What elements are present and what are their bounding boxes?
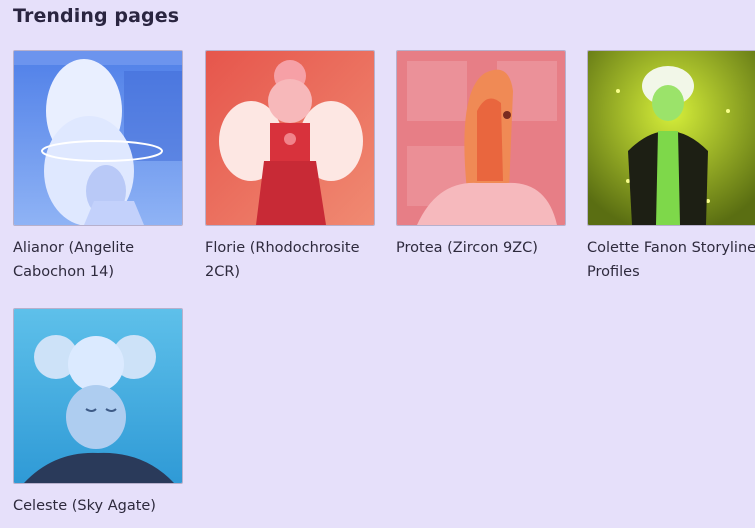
page-thumbnail[interactable] [13, 308, 183, 484]
trending-page-card[interactable]: Celeste (Sky Agate) [13, 308, 183, 518]
page-title[interactable]: Colette Fanon Storyline Profiles [587, 236, 755, 284]
trending-page-card[interactable]: Colette Fanon Storyline Profiles [587, 50, 755, 284]
section-title: Trending pages [13, 5, 180, 27]
trending-page-card[interactable]: Florie (Rhodochrosite 2CR) [205, 50, 375, 284]
page-thumbnail[interactable] [587, 50, 755, 226]
page-thumbnail[interactable] [205, 50, 375, 226]
page-thumbnail[interactable] [13, 50, 183, 226]
page-title[interactable]: Florie (Rhodochrosite 2CR) [205, 236, 375, 284]
page-thumbnail[interactable] [396, 50, 566, 226]
page-title[interactable]: Celeste (Sky Agate) [13, 494, 183, 518]
trending-page-card[interactable]: Alianor (Angelite Cabochon 14) [13, 50, 183, 284]
trending-page-card[interactable]: Protea (Zircon 9ZC) [396, 50, 566, 260]
page-title[interactable]: Alianor (Angelite Cabochon 14) [13, 236, 183, 284]
page-title[interactable]: Protea (Zircon 9ZC) [396, 236, 566, 260]
